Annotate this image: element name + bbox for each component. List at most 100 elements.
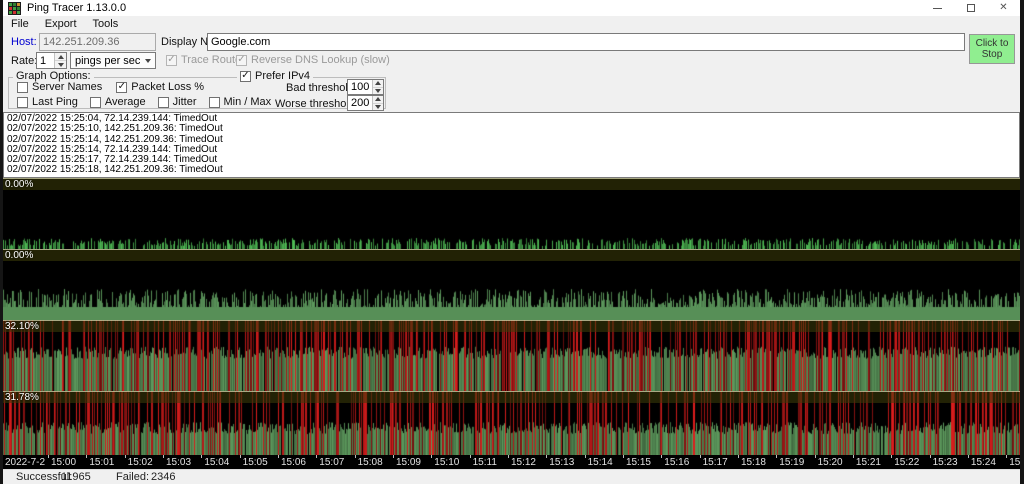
- packet-loss-checkbox[interactable]: ✓ Packet Loss %: [116, 81, 204, 93]
- axis-time-label: 15:13: [549, 457, 574, 468]
- checkbox-box: [158, 97, 169, 108]
- axis-tick: [815, 455, 816, 458]
- jitter-checkbox[interactable]: Jitter: [158, 96, 197, 108]
- status-bar: Successful: 11965 Failed: 2346: [3, 469, 1020, 484]
- bad-threshold-up-button[interactable]: [373, 80, 383, 88]
- checkbox-label: Server Names: [32, 81, 102, 93]
- arrow-down-icon: [58, 63, 64, 67]
- checkbox-box: [17, 97, 28, 108]
- graph-strip-3: 32.10%: [3, 320, 1020, 391]
- packet-loss-label: 32.10%: [3, 320, 1020, 332]
- axis-time-label: 15:04: [204, 457, 229, 468]
- graph-strip-1: 0.00%: [3, 178, 1020, 249]
- worse-threshold-stepper-buttons: [372, 96, 383, 110]
- axis-tick: [738, 455, 739, 458]
- axis-tick: [661, 455, 662, 458]
- bad-threshold-value: 100: [348, 81, 372, 93]
- close-button[interactable]: ✕: [987, 0, 1020, 16]
- close-icon: ✕: [999, 3, 1007, 13]
- graphs-area: 0.00%0.00%32.10%31.78%: [3, 178, 1020, 455]
- axis-time-label: 15:07: [319, 457, 344, 468]
- axis-tick: [470, 455, 471, 458]
- axis-tick: [48, 455, 49, 458]
- checkbox-box: ✓: [166, 55, 177, 66]
- rate-unit-value: pings per second: [71, 55, 140, 67]
- axis-tick: [278, 455, 279, 458]
- axis-time-label: 15:18: [741, 457, 766, 468]
- min-max-checkbox[interactable]: Min / Max: [209, 96, 272, 108]
- axis-time-label: 15:17: [703, 457, 728, 468]
- ping-log[interactable]: 02/07/2022 15:25:04, 72.14.239.144: Time…: [3, 112, 1020, 178]
- axis-tick: [1006, 455, 1007, 458]
- checkbox-box: [90, 97, 101, 108]
- checkbox-label: Min / Max: [224, 96, 272, 108]
- minimize-button[interactable]: [921, 0, 954, 16]
- axis-tick: [201, 455, 202, 458]
- axis-tick: [968, 455, 969, 458]
- display-name-input[interactable]: Google.com: [207, 33, 965, 51]
- checkbox-box: ✓: [116, 82, 127, 93]
- rate-stepper[interactable]: 1: [36, 52, 67, 69]
- worse-threshold-down-button[interactable]: [373, 104, 383, 111]
- axis-time-label: 15:03: [166, 457, 191, 468]
- axis-tick: [86, 455, 87, 458]
- checkbox-label: Trace Route: [181, 54, 241, 66]
- menu-bar: File Export Tools: [3, 16, 1020, 31]
- failed-value: 2346: [151, 471, 175, 483]
- axis-tick: [623, 455, 624, 458]
- prefer-ipv4-checkbox[interactable]: ✓Prefer IPv4: [237, 70, 313, 82]
- axis-tick: [891, 455, 892, 458]
- last-ping-checkbox[interactable]: Last Ping: [17, 96, 78, 108]
- axis-time-label: 15:10: [434, 457, 459, 468]
- bad-threshold-down-button[interactable]: [373, 88, 383, 95]
- arrow-up-icon: [58, 55, 64, 59]
- maximize-button[interactable]: [954, 0, 987, 16]
- successful-value: 11965: [61, 471, 91, 483]
- axis-time-label: 15:05: [243, 457, 268, 468]
- menu-tools[interactable]: Tools: [85, 18, 127, 30]
- average-checkbox[interactable]: Average: [90, 96, 146, 108]
- axis-date-label: 2022-7-2: [5, 457, 45, 468]
- arrow-down-icon: [375, 105, 381, 109]
- server-names-checkbox[interactable]: Server Names: [17, 81, 102, 93]
- rate-value: 1: [37, 55, 54, 67]
- axis-tick: [125, 455, 126, 458]
- menu-file[interactable]: File: [3, 18, 37, 30]
- checkbox-label: Packet Loss %: [131, 81, 204, 93]
- axis-time-label: 15:20: [818, 457, 843, 468]
- check-icon: ✓: [167, 55, 175, 65]
- rate-down-button[interactable]: [55, 61, 66, 68]
- trace-route-checkbox[interactable]: ✓ Trace Route: [166, 54, 241, 66]
- checkbox-box: [17, 82, 28, 93]
- axis-tick: [585, 455, 586, 458]
- axis-tick: [355, 455, 356, 458]
- axis-time-label: 15:19: [779, 457, 804, 468]
- host-input[interactable]: 142.251.209.36: [39, 33, 156, 51]
- host-label: Host:: [11, 36, 37, 48]
- rate-up-button[interactable]: [55, 53, 66, 61]
- axis-time-label: 15:21: [856, 457, 881, 468]
- bad-threshold-stepper[interactable]: 100: [347, 79, 384, 95]
- menu-export[interactable]: Export: [37, 18, 85, 30]
- worse-threshold-stepper[interactable]: 200: [347, 95, 384, 111]
- axis-time-label: 15:14: [588, 457, 613, 468]
- log-line: 02/07/2022 15:25:18, 142.251.209.36: Tim…: [7, 165, 1016, 175]
- reverse-dns-checkbox[interactable]: ✓Reverse DNS Lookup (slow): [236, 54, 390, 66]
- checkbox-label: Reverse DNS Lookup (slow): [251, 54, 390, 66]
- worse-threshold-up-button[interactable]: [373, 96, 383, 104]
- arrow-down-icon: [375, 89, 381, 93]
- axis-tick: [240, 455, 241, 458]
- stop-button[interactable]: Click to Stop: [969, 34, 1015, 64]
- axis-tick: [316, 455, 317, 458]
- title-bar[interactable]: Ping Tracer 1.13.0.0 ✕: [3, 0, 1020, 16]
- checkbox-box: [209, 97, 220, 108]
- axis-time-label: 15:24: [971, 457, 996, 468]
- axis-time-label: 15:12: [511, 457, 536, 468]
- failed-label: Failed:: [116, 471, 149, 483]
- rate-unit-select[interactable]: pings per second: [70, 52, 156, 69]
- display-name-value: Google.com: [211, 36, 270, 48]
- app-window: Ping Tracer 1.13.0.0 ✕ File Export Tools…: [0, 0, 1024, 484]
- checkbox-box: ✓: [240, 71, 251, 82]
- stop-button-label: Click to Stop: [970, 38, 1014, 60]
- axis-tick: [700, 455, 701, 458]
